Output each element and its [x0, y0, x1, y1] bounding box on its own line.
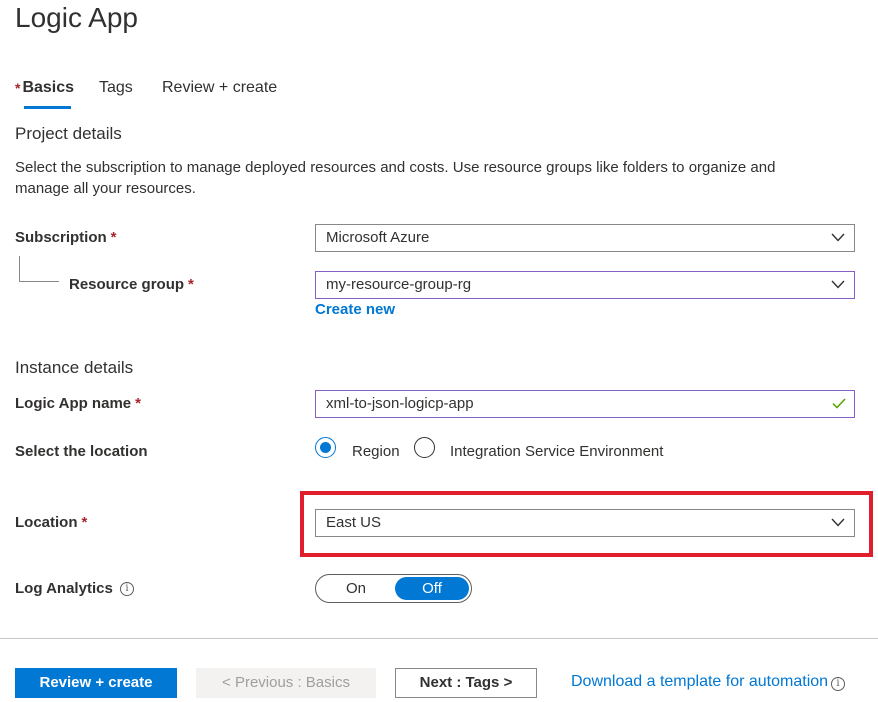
- log-analytics-label: Log Analytics: [15, 580, 113, 597]
- resource-group-label-text: Resource group: [69, 276, 185, 293]
- required-marker: *: [135, 395, 141, 412]
- page-title: Logic App: [15, 2, 138, 33]
- tab-basics[interactable]: * Basics: [15, 76, 74, 100]
- toggle-off-option[interactable]: Off: [395, 577, 469, 600]
- location-label: Location *: [15, 514, 87, 531]
- required-marker: *: [15, 80, 21, 96]
- select-location-label: Select the location: [15, 443, 148, 460]
- region-radio[interactable]: [315, 437, 336, 458]
- previous-button[interactable]: < Previous : Basics: [196, 668, 376, 698]
- footer-divider: [0, 638, 878, 639]
- next-button[interactable]: Next : Tags >: [395, 668, 537, 698]
- required-marker: *: [188, 276, 194, 293]
- logic-app-name-label: Logic App name *: [15, 395, 141, 412]
- subscription-label-text: Subscription: [15, 229, 107, 246]
- required-marker: *: [110, 229, 117, 246]
- resource-group-label: Resource group *: [69, 276, 194, 293]
- chevron-down-icon: [831, 518, 845, 527]
- review-create-button[interactable]: Review + create: [15, 668, 177, 698]
- info-icon[interactable]: i: [120, 582, 134, 596]
- chevron-down-icon: [831, 233, 845, 242]
- tab-review-create[interactable]: Review + create: [162, 76, 277, 100]
- subscription-select[interactable]: Microsoft Azure: [315, 224, 855, 252]
- chevron-down-icon: [831, 280, 845, 289]
- logic-app-name-value: xml-to-json-logicp-app: [326, 395, 474, 412]
- info-icon[interactable]: i: [831, 677, 845, 691]
- instance-details-heading: Instance details: [15, 358, 134, 377]
- checkmark-icon: [832, 398, 846, 409]
- create-new-link[interactable]: Create new: [315, 301, 395, 318]
- resource-group-value: my-resource-group-rg: [326, 276, 472, 293]
- ise-radio[interactable]: [414, 437, 435, 458]
- region-radio-label[interactable]: Region: [352, 443, 400, 460]
- tab-tags[interactable]: Tags: [99, 76, 133, 100]
- project-details-description: Select the subscription to manage deploy…: [15, 159, 776, 197]
- logic-app-name-input[interactable]: xml-to-json-logicp-app: [315, 390, 855, 418]
- active-tab-indicator: [24, 106, 71, 109]
- ise-radio-label[interactable]: Integration Service Environment: [450, 443, 663, 460]
- tree-connector: [19, 256, 59, 282]
- subscription-value: Microsoft Azure: [326, 229, 430, 246]
- required-marker: *: [81, 514, 88, 531]
- location-value: East US: [326, 514, 382, 531]
- log-analytics-toggle: On Off: [315, 574, 472, 603]
- subscription-label: Subscription *: [15, 229, 117, 246]
- download-template-link[interactable]: Download a template for automation: [571, 673, 828, 691]
- tab-basics-label: Basics: [22, 79, 75, 96]
- location-label-text: Location: [15, 514, 78, 531]
- logic-app-name-label-text: Logic App name: [15, 395, 132, 412]
- project-details-heading: Project details: [15, 124, 122, 143]
- location-select[interactable]: East US: [315, 509, 855, 537]
- toggle-on-option[interactable]: On: [318, 577, 394, 600]
- resource-group-select[interactable]: my-resource-group-rg: [315, 271, 855, 299]
